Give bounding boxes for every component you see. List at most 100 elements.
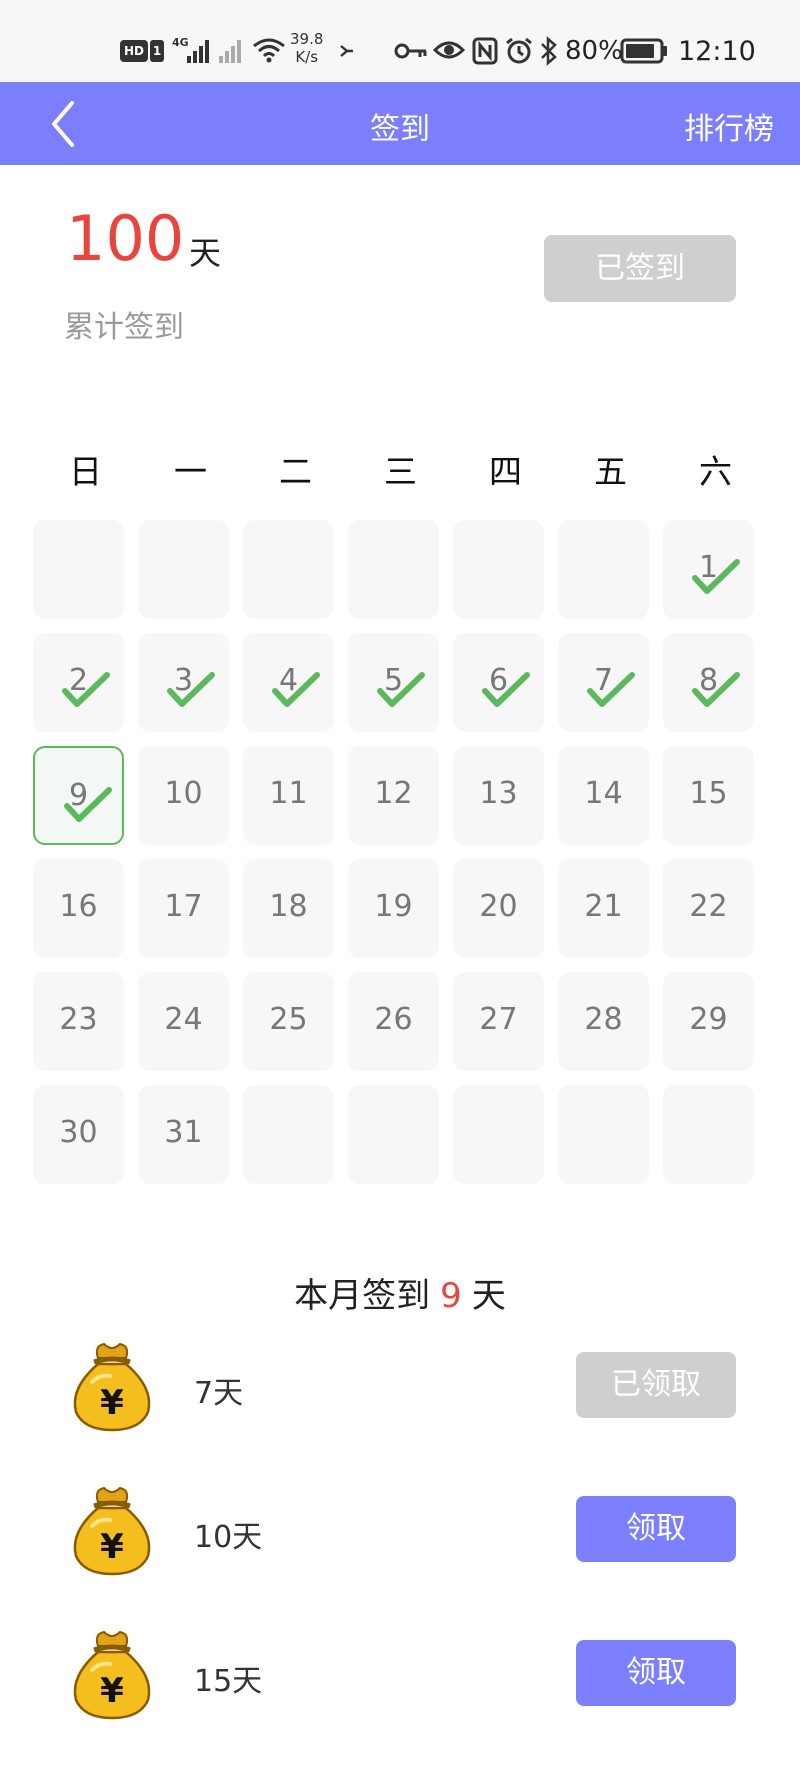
reward-item: ¥7天 已领取 — [0, 1338, 800, 1438]
total-signin-unit: 天 — [189, 234, 222, 272]
calendar-day-6: 6 — [453, 633, 544, 732]
calendar-day-number: 17 — [164, 889, 203, 924]
calendar-day-3: 3 — [138, 633, 229, 732]
calendar-day-number: 11 — [269, 776, 308, 811]
check-icon — [62, 672, 110, 707]
calendar-grid: 1 2 3 4 5 6 7 8 9 10 11 12 13 14 15 16 17 18 19 20 21 22 23 24 2… — [33, 520, 768, 1200]
sim-badge: 1 — [150, 40, 164, 62]
calendar-day-25: 25 — [243, 972, 334, 1071]
reward-days-label: 15天 — [194, 1664, 263, 1699]
signal-icon — [187, 40, 209, 63]
calendar-day-21: 21 — [558, 859, 649, 958]
claim-reward-button[interactable]: 领取 — [576, 1496, 736, 1562]
hd-badge: HD — [120, 40, 148, 62]
calendar-day-20: 20 — [453, 859, 544, 958]
calendar-day-number: 31 — [164, 1115, 203, 1150]
calendar-day-5: 5 — [348, 633, 439, 732]
svg-text:¥: ¥ — [100, 1383, 124, 1423]
calendar-empty-cell — [348, 1085, 439, 1184]
calendar-day-2: 2 — [33, 633, 124, 732]
signal-secondary-icon — [219, 40, 241, 63]
month-signin-summary: 本月签到 9 天 — [0, 1268, 800, 1317]
reward-item: ¥15天 领取 — [0, 1626, 800, 1726]
ranking-link[interactable]: 排行榜 — [684, 104, 774, 148]
money-bag-icon: ¥ — [73, 1630, 151, 1720]
nfc-icon — [472, 37, 498, 65]
weekday-label: 一 — [174, 452, 207, 491]
check-icon — [167, 672, 215, 707]
calendar-day-12: 12 — [348, 746, 439, 845]
page-title: 签到 — [370, 112, 430, 147]
check-icon — [377, 672, 425, 707]
key-icon — [394, 43, 427, 59]
calendar-day-17: 17 — [138, 859, 229, 958]
svg-text:¥: ¥ — [100, 1671, 124, 1711]
calendar-day-number: 30 — [59, 1115, 98, 1150]
claim-reward-button[interactable]: 领取 — [576, 1640, 736, 1706]
month-signin-count: 9 — [440, 1276, 462, 1316]
weekday-label: 四 — [489, 452, 522, 491]
calendar-empty-cell — [663, 1085, 754, 1184]
calendar-day-23: 23 — [33, 972, 124, 1071]
calendar-day-number: 22 — [689, 889, 728, 924]
calendar-day-24: 24 — [138, 972, 229, 1071]
calendar-day-number: 19 — [374, 889, 413, 924]
calendar-empty-cell — [243, 520, 334, 619]
signed-in-button[interactable]: 已签到 — [544, 235, 736, 302]
calendar-day-31: 31 — [138, 1085, 229, 1184]
calendar-day-7: 7 — [558, 633, 649, 732]
claim-reward-button[interactable]: 已领取 — [576, 1352, 736, 1418]
calendar-day-number: 24 — [164, 1002, 203, 1037]
title-bar: 签到 排行榜 — [0, 82, 800, 165]
calendar-day-number: 14 — [584, 776, 623, 811]
calendar-empty-cell — [453, 1085, 544, 1184]
calendar-day-16: 16 — [33, 859, 124, 958]
battery-icon — [620, 38, 667, 64]
calendar-empty-cell — [558, 1085, 649, 1184]
reward-days-label: 7天 — [194, 1376, 244, 1411]
weekday-label: 六 — [699, 452, 732, 491]
calendar-day-number: 13 — [479, 776, 518, 811]
network-speed-value: 39.8 — [290, 30, 324, 48]
calendar-day-number: 18 — [269, 889, 308, 924]
weekday-label: 五 — [594, 452, 627, 491]
money-bag-icon: ¥ — [73, 1342, 151, 1432]
check-icon — [692, 672, 740, 707]
month-signin-label: 本月签到 — [294, 1276, 431, 1316]
svg-text:¥: ¥ — [100, 1527, 124, 1567]
calendar-day-8: 8 — [663, 633, 754, 732]
calendar-day-14: 14 — [558, 746, 649, 845]
reward-item: ¥10天 领取 — [0, 1482, 800, 1582]
calendar-day-18: 18 — [243, 859, 334, 958]
total-signin-label: 累计签到 — [64, 310, 184, 345]
calendar-day-number: 20 — [479, 889, 518, 924]
calendar-day-number: 26 — [374, 1002, 413, 1037]
calendar-day-number: 16 — [59, 889, 98, 924]
check-icon — [482, 672, 530, 707]
calendar-day-26: 26 — [348, 972, 439, 1071]
calendar-day-30: 30 — [33, 1085, 124, 1184]
calendar-day-number: 10 — [164, 776, 203, 811]
money-bag-icon: ¥ — [73, 1486, 151, 1576]
weekday-header: 日一二三四五六 — [33, 445, 768, 495]
calendar-empty-cell — [348, 520, 439, 619]
calendar-day-28: 28 — [558, 972, 649, 1071]
calendar-day-number: 25 — [269, 1002, 308, 1037]
calendar-day-number: 21 — [584, 889, 623, 924]
status-bar: HD 1 4G 39.8 K/s 80% 12:10 — [0, 0, 800, 82]
calendar-empty-cell — [558, 520, 649, 619]
calendar-empty-cell — [453, 520, 544, 619]
wifi-icon — [253, 38, 285, 63]
check-icon — [692, 559, 740, 594]
weekday-label: 日 — [69, 452, 102, 491]
calendar-day-number: 23 — [59, 1002, 98, 1037]
clock: 12:10 — [678, 36, 756, 67]
calendar-day-22: 22 — [663, 859, 754, 958]
calendar-day-10: 10 — [138, 746, 229, 845]
calendar-day-number: 15 — [689, 776, 728, 811]
calendar-empty-cell — [33, 520, 124, 619]
weekday-label: 三 — [384, 452, 417, 491]
total-signin-days: 100 — [66, 202, 185, 275]
calendar-day-number: 29 — [689, 1002, 728, 1037]
calendar-day-number: 28 — [584, 1002, 623, 1037]
